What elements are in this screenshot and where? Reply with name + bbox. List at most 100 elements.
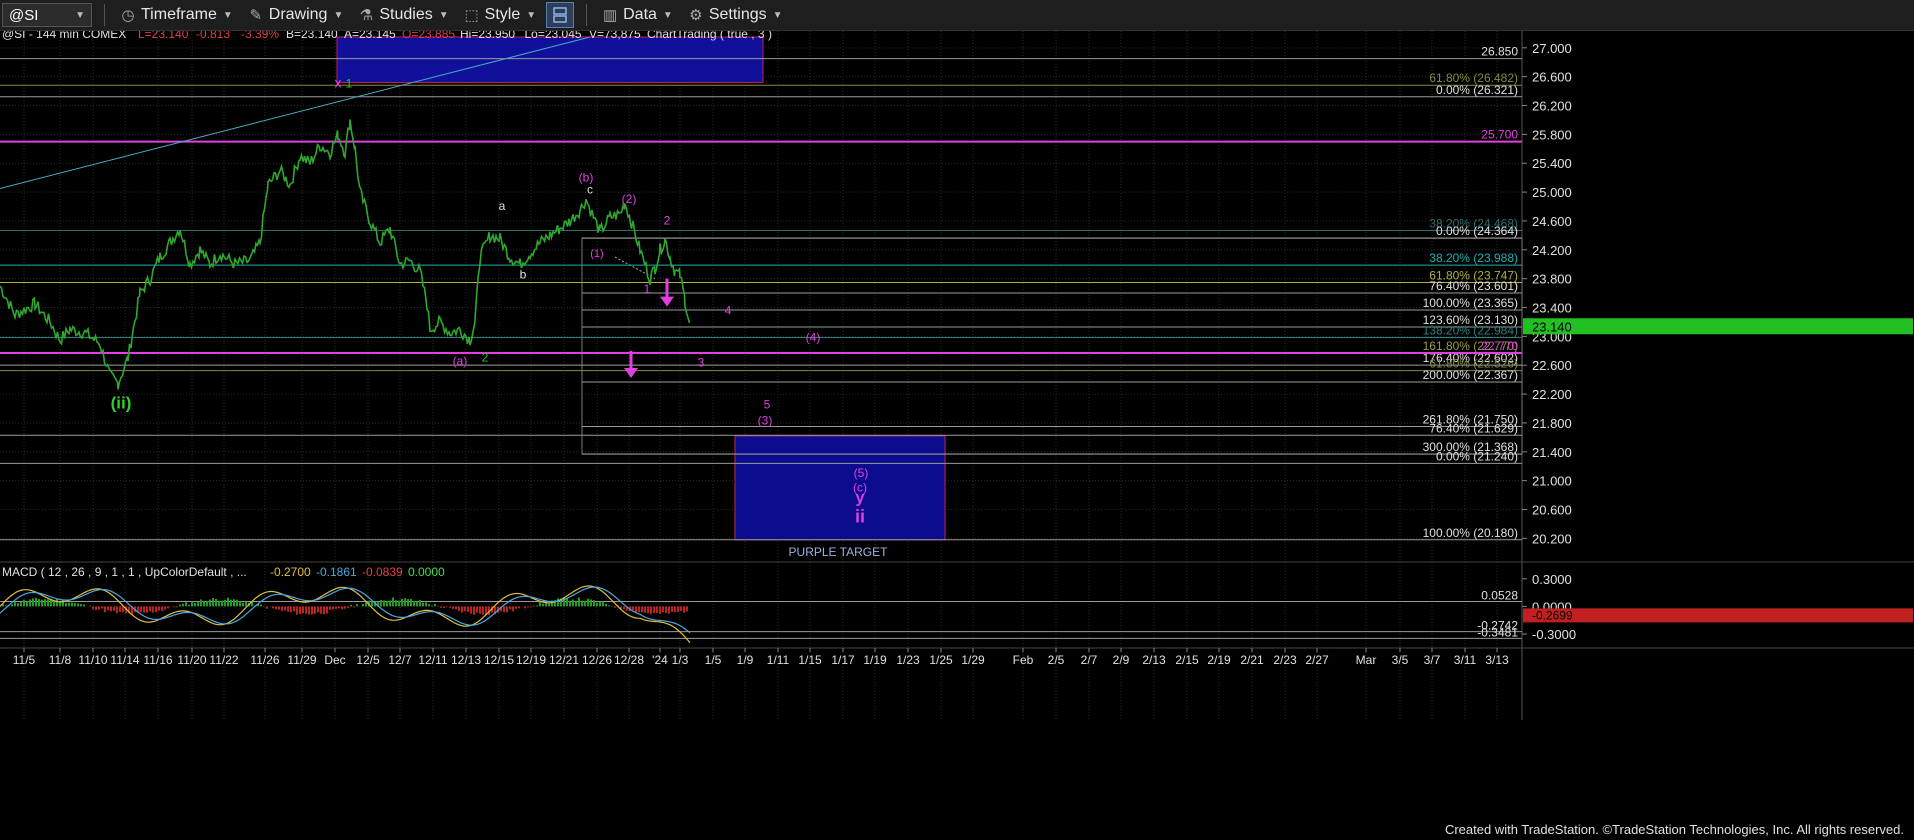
style-menu[interactable]: ⬚ Style ▼	[463, 6, 537, 24]
macd-level-label: -0.3481	[1477, 625, 1518, 639]
date-tick-label: 12/28	[614, 653, 644, 667]
date-tick-label: 1/17	[831, 653, 855, 667]
chevron-down-icon: ▼	[438, 9, 449, 21]
date-tick-label: 2/21	[1240, 653, 1264, 667]
drawing-menu[interactable]: ✎ Drawing ▼	[247, 6, 344, 24]
wave-label: 3	[698, 356, 705, 370]
studies-label: Studies	[379, 6, 433, 23]
macd-level-label: 0.0528	[1481, 589, 1518, 603]
date-tick-label: 12/15	[484, 653, 514, 667]
header-study: ChartTrading ( true , 3 )	[647, 31, 772, 41]
date-tick-label: '24	[652, 653, 668, 667]
header-symbol: @SI - 144 min COMEX	[2, 31, 126, 41]
purple-target-box	[734, 435, 946, 541]
price-tick-label: 20.200	[1532, 531, 1572, 546]
wave-label: (3)	[758, 413, 773, 427]
price-tick-label: 26.200	[1532, 99, 1572, 114]
price-tick-label: 23.800	[1532, 272, 1572, 287]
wave-label: 1	[644, 282, 651, 296]
date-tick-label: 2/15	[1175, 653, 1199, 667]
wave-label: (2)	[622, 192, 637, 206]
header-open: O=23.885	[402, 31, 455, 41]
date-tick-label: 1/23	[896, 653, 920, 667]
date-tick-label: 12/21	[549, 653, 579, 667]
price-tick-label: 24.200	[1532, 243, 1572, 258]
date-tick-label: 12/7	[388, 653, 412, 667]
wave-label: (4)	[806, 330, 821, 344]
studies-menu[interactable]: ⚗ Studies ▼	[357, 6, 449, 24]
chevron-down-icon: ▼	[222, 9, 233, 21]
wave-label: a	[499, 199, 506, 213]
macd-current-badge	[1523, 608, 1913, 623]
wave-label: 1	[346, 76, 353, 90]
macd-value-2: -0.1861	[316, 565, 357, 579]
wave-label: 5	[764, 398, 771, 412]
date-tick-label: 2/23	[1273, 653, 1297, 667]
wave-label: 4	[725, 304, 732, 318]
date-tick-label: 11/5	[13, 653, 36, 667]
layout-toggle-button[interactable]	[546, 2, 575, 28]
style-label: Style	[484, 6, 521, 23]
data-menu[interactable]: ▥ Data ▼	[601, 6, 673, 24]
fib-level-label: 0.00% (21.240)	[1436, 449, 1518, 463]
date-tick-label: 1/9	[737, 653, 754, 667]
wave-label: 2	[664, 214, 671, 228]
price-tick-label: 22.200	[1532, 387, 1572, 402]
macd-tick-label: -0.3000	[1532, 627, 1576, 642]
data-label: Data	[623, 6, 657, 23]
fib-level-label: 138.20% (22.984)	[1423, 324, 1518, 338]
macd-tick-label: 0.3000	[1532, 572, 1572, 587]
layout-icon	[553, 7, 567, 23]
date-tick-label: 1/19	[863, 653, 887, 667]
gear-icon: ⚙	[689, 7, 703, 24]
date-tick-label: Dec	[324, 653, 345, 667]
date-tick-label: 1/3	[672, 653, 689, 667]
date-tick-label: 12/11	[418, 653, 447, 667]
date-tick-label: 1/5	[705, 653, 722, 667]
price-tick-label: 23.400	[1532, 301, 1572, 316]
clock-icon: ◷	[121, 7, 135, 24]
date-tick-label: 12/19	[516, 653, 546, 667]
date-tick-label: 2/27	[1305, 653, 1329, 667]
header-ask: A=23.145	[344, 31, 396, 41]
fib-level-label: 38.20% (23.988)	[1429, 251, 1518, 265]
bar-chart-icon: ▥	[603, 7, 618, 24]
date-tick-label: 12/26	[582, 653, 612, 667]
date-tick-label: 11/29	[287, 653, 316, 667]
fib-level-label: 0.00% (24.364)	[1436, 224, 1518, 238]
price-chart[interactable]: 27.000 26.600 26.200 25.800 25.400 25.000 24.6…	[0, 31, 1914, 821]
chevron-down-icon: ▼	[333, 9, 344, 21]
timeframe-menu[interactable]: ◷ Timeframe ▼	[119, 6, 233, 24]
footer-copyright: Created with TradeStation. ©TradeStation…	[1444, 822, 1904, 837]
fib-level-label: 200.00% (22.367)	[1423, 368, 1518, 382]
fib-level-label: 0.00% (26.321)	[1436, 83, 1518, 97]
date-tick-label: 11/14	[110, 653, 139, 667]
toolbar-divider	[104, 4, 105, 26]
price-tick-label: 21.800	[1532, 416, 1572, 431]
wave-label: b	[520, 268, 527, 282]
macd-current-label: -0.2699	[1532, 608, 1573, 622]
wave-label: 2	[482, 351, 489, 365]
settings-menu[interactable]: ⚙ Settings ▼	[687, 6, 782, 24]
wave-label: (a)	[453, 354, 468, 368]
style-icon: ⬚	[464, 7, 479, 24]
symbol-value: @SI	[9, 6, 39, 24]
last-price-label: 23.140	[1532, 319, 1572, 334]
date-tick-label: 12/13	[451, 653, 481, 667]
date-tick-label: 11/26	[250, 653, 279, 667]
pencil-icon: ✎	[249, 7, 263, 24]
date-tick-label: 1/11	[767, 653, 790, 667]
date-tick-label: 11/22	[209, 653, 238, 667]
last-price-badge	[1523, 318, 1913, 335]
date-tick-label: 3/13	[1485, 653, 1509, 667]
wave-label: c	[587, 183, 593, 197]
price-tick-label: 22.600	[1532, 358, 1572, 373]
header-lo: Lo=23.045	[525, 31, 582, 41]
date-tick-label: 2/9	[1113, 653, 1130, 667]
symbol-selector[interactable]: @SI ▼	[2, 3, 92, 27]
header-bid: B=23.140	[286, 31, 338, 41]
fib-level-label: 100.00% (20.180)	[1423, 526, 1518, 540]
chevron-down-icon: ▼	[662, 9, 673, 21]
fib-level-label: 76.40% (21.629)	[1429, 421, 1518, 435]
wave-label: x	[335, 74, 342, 90]
